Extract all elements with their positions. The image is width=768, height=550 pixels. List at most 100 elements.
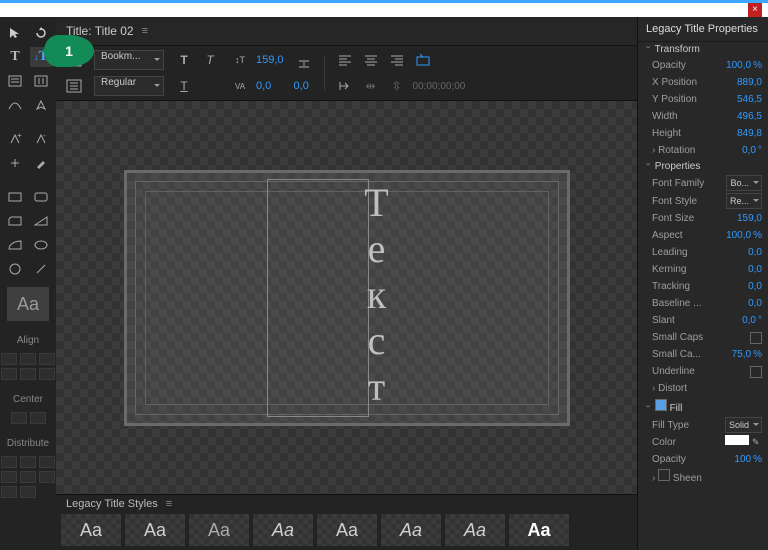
kerning-value[interactable]: 0,0 bbox=[256, 80, 271, 92]
style-swatch-8[interactable]: Aa bbox=[508, 513, 570, 547]
pen-tool[interactable] bbox=[30, 95, 52, 115]
style-swatch-3[interactable]: Aa bbox=[188, 513, 250, 547]
type-tool[interactable]: T bbox=[4, 47, 26, 67]
align-hcenter[interactable] bbox=[20, 353, 36, 365]
aspect-label: Aspect bbox=[652, 228, 683, 243]
text-bounding-box[interactable] bbox=[267, 179, 369, 417]
style-swatch-6[interactable]: Aa bbox=[380, 513, 442, 547]
eyedropper-icon[interactable]: ✎ bbox=[752, 435, 762, 445]
align-center-button[interactable] bbox=[361, 50, 381, 70]
baseline-value[interactable]: 0,0 bbox=[748, 296, 762, 311]
align-left[interactable] bbox=[1, 353, 17, 365]
color-label: Color bbox=[652, 435, 676, 450]
size-value[interactable]: 159,0 bbox=[256, 54, 284, 66]
glyph-2: е bbox=[357, 225, 397, 272]
filltype-dropdown[interactable]: Solid bbox=[725, 417, 762, 433]
tracking-value[interactable]: 0,0 bbox=[748, 279, 762, 294]
rounded-rect-tool[interactable] bbox=[30, 187, 52, 207]
delete-anchor-tool[interactable]: - bbox=[30, 129, 52, 149]
align-right-button[interactable] bbox=[387, 50, 407, 70]
fontstyle-dropdown[interactable]: Re... bbox=[726, 193, 762, 209]
center-h[interactable] bbox=[11, 412, 27, 424]
ellipse-tool[interactable] bbox=[30, 235, 52, 255]
path-type-tool[interactable] bbox=[4, 95, 26, 115]
rotation-value[interactable]: 0,0 bbox=[742, 145, 756, 156]
add-anchor-tool[interactable]: + bbox=[4, 129, 26, 149]
fill-section[interactable]: › Fill bbox=[638, 397, 768, 416]
style-swatch-7[interactable]: Aa bbox=[444, 513, 506, 547]
eyedropper-tool[interactable] bbox=[30, 153, 52, 173]
align-left-button[interactable] bbox=[335, 50, 355, 70]
arc-tool[interactable] bbox=[4, 235, 26, 255]
align-top[interactable] bbox=[1, 368, 17, 380]
style-swatch-2[interactable]: Aa bbox=[124, 513, 186, 547]
rectangle-tool[interactable] bbox=[4, 187, 26, 207]
font-style-dropdown[interactable]: Regular bbox=[94, 76, 164, 96]
convert-anchor-tool[interactable] bbox=[4, 153, 26, 173]
slant-value[interactable]: 0,0 bbox=[742, 315, 756, 326]
clipped-rect-tool[interactable] bbox=[4, 211, 26, 231]
height-value[interactable]: 849,8 bbox=[737, 126, 762, 141]
dist-3[interactable] bbox=[39, 456, 55, 468]
style-swatch-4[interactable]: Aa bbox=[252, 513, 314, 547]
dist-4[interactable] bbox=[1, 471, 17, 483]
fontfamily-dropdown[interactable]: Bo... bbox=[726, 175, 762, 191]
sheen-checkbox[interactable] bbox=[658, 469, 670, 481]
fontsize-value[interactable]: 159,0 bbox=[737, 211, 762, 226]
align-vcenter[interactable] bbox=[20, 368, 36, 380]
aspect-value[interactable]: 100,0 bbox=[726, 230, 751, 241]
dist-5[interactable] bbox=[20, 471, 36, 483]
show-video-button[interactable] bbox=[413, 50, 433, 70]
circle-tool[interactable] bbox=[4, 259, 26, 279]
sheen-label: › Sheen bbox=[652, 469, 702, 486]
center-v[interactable] bbox=[30, 412, 46, 424]
title-stage[interactable]: Т е к с т bbox=[124, 170, 570, 426]
opacity-value[interactable]: 100,0 bbox=[726, 60, 751, 71]
underline-button[interactable]: T bbox=[174, 76, 194, 96]
properties-section[interactable]: › Properties bbox=[638, 159, 768, 174]
dist-7[interactable] bbox=[1, 486, 17, 498]
style-swatch-5[interactable]: Aa bbox=[316, 513, 378, 547]
close-button[interactable]: × bbox=[748, 3, 762, 17]
tracking-label: Tracking bbox=[652, 279, 690, 294]
styles-menu-icon[interactable]: ≡ bbox=[166, 498, 172, 510]
distribute-h-button[interactable]: ⇹ bbox=[361, 76, 381, 96]
dist-2[interactable] bbox=[20, 456, 36, 468]
tab-button[interactable] bbox=[335, 76, 355, 96]
bold-button[interactable]: T bbox=[174, 50, 194, 70]
xpos-value[interactable]: 889,0 bbox=[737, 75, 762, 90]
opacity-label: Opacity bbox=[652, 58, 686, 73]
leading-prop-value[interactable]: 0,0 bbox=[748, 245, 762, 260]
fill-opacity-value[interactable]: 100 bbox=[734, 454, 751, 465]
styles-panel: Legacy Title Styles≡ Aa Aa Aa Aa Aa Aa A… bbox=[56, 494, 637, 550]
smallcapssize-value[interactable]: 75,0 bbox=[732, 349, 751, 360]
wedge-tool[interactable] bbox=[30, 211, 52, 231]
distribute-v-button[interactable]: ⇳ bbox=[387, 76, 407, 96]
dist-1[interactable] bbox=[1, 456, 17, 468]
transform-section[interactable]: › Transform bbox=[638, 42, 768, 57]
color-chip[interactable] bbox=[725, 435, 749, 445]
dist-6[interactable] bbox=[39, 471, 55, 483]
distort-label: › Distort bbox=[652, 381, 687, 396]
leading-value[interactable]: 0,0 bbox=[294, 80, 309, 92]
width-value[interactable]: 496,5 bbox=[737, 109, 762, 124]
smallcaps-checkbox[interactable] bbox=[750, 332, 762, 344]
callout-badge: 1 bbox=[44, 35, 94, 67]
dist-8[interactable] bbox=[20, 486, 36, 498]
font-family-dropdown[interactable]: Bookm... bbox=[94, 50, 164, 70]
panel-menu-icon[interactable]: ≡ bbox=[142, 25, 148, 37]
area-type-tool[interactable] bbox=[4, 71, 26, 91]
fill-checkbox[interactable] bbox=[655, 399, 667, 411]
selection-tool[interactable] bbox=[4, 23, 26, 43]
ypos-value[interactable]: 546,5 bbox=[737, 92, 762, 107]
align-bottom[interactable] bbox=[39, 368, 55, 380]
italic-button[interactable]: T bbox=[200, 50, 220, 70]
underline-checkbox[interactable] bbox=[750, 366, 762, 378]
kerning-prop-value[interactable]: 0,0 bbox=[748, 262, 762, 277]
line-tool[interactable] bbox=[30, 259, 52, 279]
canvas[interactable]: Т е к с т bbox=[56, 101, 637, 494]
vertical-area-type-tool[interactable] bbox=[30, 71, 52, 91]
roll-crawl-icon[interactable] bbox=[64, 76, 84, 96]
align-right[interactable] bbox=[39, 353, 55, 365]
style-swatch-1[interactable]: Aa bbox=[60, 513, 122, 547]
